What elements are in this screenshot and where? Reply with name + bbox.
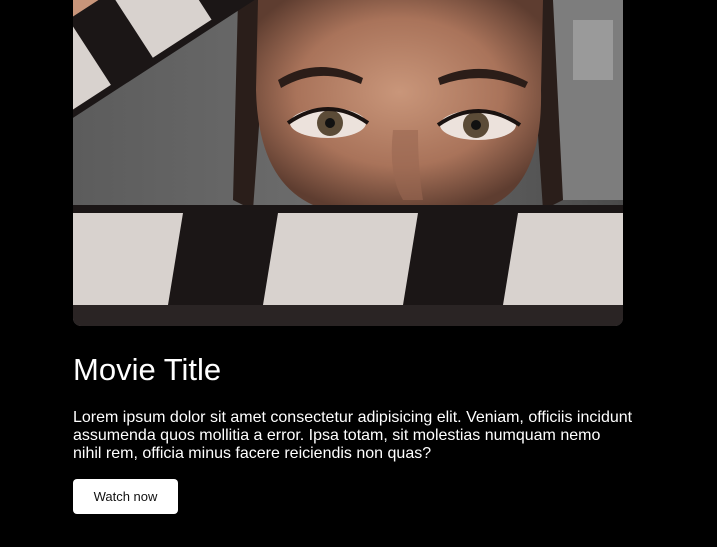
clapperboard-portrait-photo	[73, 0, 623, 326]
movie-poster-image	[73, 0, 623, 326]
movie-description: Lorem ipsum dolor sit amet consectetur a…	[73, 409, 633, 462]
watch-now-button[interactable]: Watch now	[73, 479, 178, 514]
movie-card	[73, 0, 623, 326]
movie-title: Movie Title	[73, 352, 222, 387]
